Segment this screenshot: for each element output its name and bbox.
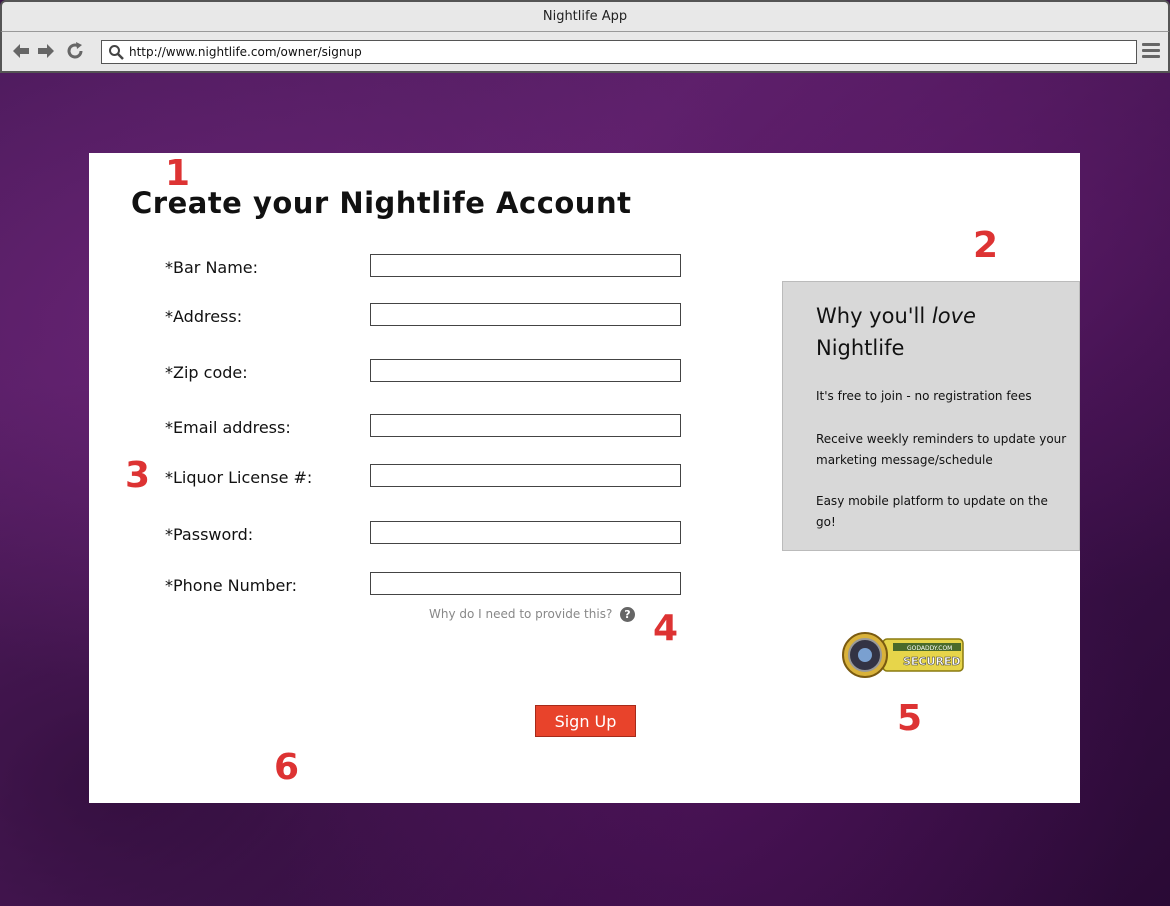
window-title: Nightlife App (542, 9, 628, 24)
seal-secured-text: SECURED (903, 655, 961, 668)
sign-up-button[interactable]: Sign Up (535, 705, 636, 737)
why-nightlife-panel: Why you'll love Nightlife It's free to j… (782, 281, 1080, 551)
browser-toolbar: http://www.nightlife.com/owner/signup (0, 32, 1170, 73)
annotation-marker-6: 6 (274, 747, 300, 788)
security-seal: GODADDY.COM SECURED (837, 631, 965, 679)
security-seal-icon: GODADDY.COM SECURED (842, 632, 964, 678)
url-text: http://www.nightlife.com/owner/signup (129, 45, 362, 59)
signup-card: 1 Create your Nightlife Account 2 3 4 5 … (89, 153, 1080, 803)
why-title-prefix: Why you'll (816, 304, 926, 328)
password-input[interactable] (370, 521, 681, 544)
benefit-free-to-join: It's free to join - no registration fees (816, 389, 1032, 403)
bar-name-label: *Bar Name: (165, 258, 259, 277)
seal-small-text: GODADDY.COM (907, 645, 952, 652)
question-mark-icon[interactable]: ? (620, 607, 635, 622)
annotation-marker-2: 2 (973, 225, 999, 266)
annotation-marker-3: 3 (125, 455, 151, 496)
reload-icon[interactable] (64, 40, 86, 62)
search-icon (109, 45, 124, 60)
zip-code-input[interactable] (370, 359, 681, 382)
email-address-input[interactable] (370, 414, 681, 437)
window-title-bar: Nightlife App (0, 0, 1170, 32)
page-title: Create your Nightlife Account (131, 186, 632, 220)
zip-code-label: *Zip code: (165, 363, 248, 382)
why-title-emphasis: love (931, 304, 976, 328)
phone-number-label: *Phone Number: (165, 576, 298, 595)
arrow-left-icon[interactable] (10, 40, 32, 62)
liquor-license-input[interactable] (370, 464, 681, 487)
password-label: *Password: (165, 525, 254, 544)
why-title-suffix: Nightlife (816, 336, 905, 360)
annotation-marker-5: 5 (897, 698, 923, 739)
why-nightlife-title: Why you'll love Nightlife (816, 300, 1056, 364)
address-input[interactable] (370, 303, 681, 326)
annotation-marker-4: 4 (653, 608, 679, 649)
email-address-label: *Email address: (165, 418, 291, 437)
liquor-license-label: *Liquor License #: (165, 468, 313, 487)
benefit-mobile-platform: Easy mobile platform to update on the go… (816, 494, 1048, 529)
address-label: *Address: (165, 307, 243, 326)
benefit-weekly-reminders: Receive weekly reminders to update your … (816, 432, 1067, 467)
bar-name-input[interactable] (370, 254, 681, 277)
address-bar[interactable]: http://www.nightlife.com/owner/signup (101, 40, 1137, 64)
hamburger-menu-icon[interactable] (1142, 43, 1160, 59)
arrow-right-icon[interactable] (35, 40, 57, 62)
phone-number-input[interactable] (370, 572, 681, 595)
phone-help-link[interactable]: Why do I need to provide this? (429, 607, 612, 621)
